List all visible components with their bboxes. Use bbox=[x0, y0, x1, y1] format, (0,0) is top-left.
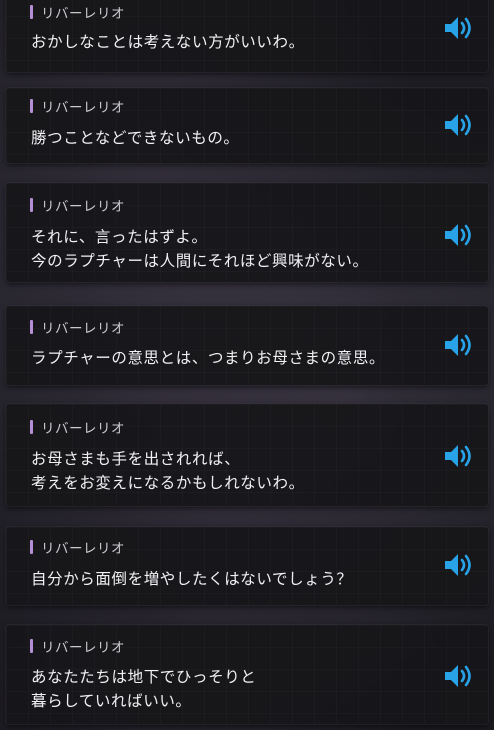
speaker-volume-icon bbox=[442, 14, 474, 42]
speaker-name: リバーレリオ bbox=[41, 100, 125, 116]
log-entry: リバーレリオ 勝つことなどできないもの。 bbox=[6, 88, 488, 163]
speaker-volume-icon bbox=[442, 221, 474, 249]
voice-play-button[interactable] bbox=[442, 551, 474, 579]
log-entry: リバーレリオ ラプチャーの意思とは、つまりお母さまの意思。 bbox=[6, 306, 488, 385]
speaker-name: リバーレリオ bbox=[41, 199, 125, 215]
dialogue-line: 暮らしていればいい。 bbox=[31, 692, 192, 710]
speaker-mark bbox=[30, 198, 33, 212]
speaker-volume-icon bbox=[442, 331, 474, 359]
speaker-volume-icon bbox=[442, 662, 474, 690]
log-entry: リバーレリオ あなたたちは地下でひっそりと 暮らしていればいい。 bbox=[6, 625, 488, 724]
speaker-mark bbox=[30, 639, 33, 653]
dialogue-line: 今のラプチャーは人間にそれほど興味がない。 bbox=[31, 252, 369, 270]
speaker-mark bbox=[30, 320, 33, 334]
speaker-label: リバーレリオ bbox=[30, 637, 125, 656]
dialogue-text: ラプチャーの意思とは、つまりお母さまの意思。 bbox=[31, 346, 428, 370]
speaker-label: リバーレリオ bbox=[30, 97, 125, 116]
speaker-volume-icon bbox=[442, 111, 474, 139]
speaker-name: リバーレリオ bbox=[41, 421, 125, 437]
speaker-label: リバーレリオ bbox=[30, 318, 125, 337]
dialogue-text: 勝つことなどできないもの。 bbox=[31, 126, 428, 150]
dialogue-text: お母さまも手を出されれば、 考えをお変えになるかもしれないわ。 bbox=[31, 447, 428, 495]
speaker-name: リバーレリオ bbox=[41, 541, 125, 557]
log-entry: リバーレリオ お母さまも手を出されれば、 考えをお変えになるかもしれないわ。 bbox=[6, 404, 488, 506]
voice-play-button[interactable] bbox=[442, 331, 474, 359]
speaker-name: リバーレリオ bbox=[41, 6, 125, 22]
dialogue-line: 勝つことなどできないもの。 bbox=[31, 129, 240, 147]
voice-play-button[interactable] bbox=[442, 221, 474, 249]
speaker-mark bbox=[30, 99, 33, 113]
speaker-label: リバーレリオ bbox=[30, 196, 125, 215]
dialogue-line: ラプチャーの意思とは、つまりお母さまの意思。 bbox=[31, 349, 386, 367]
speaker-label: リバーレリオ bbox=[30, 3, 125, 22]
log-entry: リバーレリオ おかしなことは考えない方がいいわ。 bbox=[6, 0, 488, 72]
dialogue-log[interactable]: リバーレリオ おかしなことは考えない方がいいわ。 リバーレリオ 勝つことなどでき… bbox=[0, 0, 494, 730]
voice-play-button[interactable] bbox=[442, 111, 474, 139]
speaker-mark bbox=[30, 5, 33, 19]
speaker-volume-icon bbox=[442, 442, 474, 470]
dialogue-line: 自分から面倒を増やしたくはないでしょう？ bbox=[31, 570, 353, 588]
speaker-label: リバーレリオ bbox=[30, 538, 125, 557]
speaker-label: リバーレリオ bbox=[30, 418, 125, 437]
dialogue-text: あなたたちは地下でひっそりと 暮らしていればいい。 bbox=[31, 665, 428, 713]
voice-play-button[interactable] bbox=[442, 442, 474, 470]
dialogue-line: それに、言ったはずよ。 bbox=[31, 228, 208, 246]
voice-play-button[interactable] bbox=[442, 14, 474, 42]
dialogue-line: お母さまも手を出されれば、 bbox=[31, 450, 241, 468]
dialogue-text: おかしなことは考えない方がいいわ。 bbox=[31, 30, 428, 54]
dialogue-line: おかしなことは考えない方がいいわ。 bbox=[31, 33, 305, 51]
voice-play-button[interactable] bbox=[442, 662, 474, 690]
speaker-mark bbox=[30, 540, 33, 554]
speaker-volume-icon bbox=[442, 551, 474, 579]
dialogue-line: 考えをお変えになるかもしれないわ。 bbox=[31, 474, 305, 492]
log-entry: リバーレリオ それに、言ったはずよ。 今のラプチャーは人間にそれほど興味がない。 bbox=[6, 183, 488, 282]
dialogue-text: 自分から面倒を増やしたくはないでしょう？ bbox=[31, 567, 428, 591]
dialogue-text: それに、言ったはずよ。 今のラプチャーは人間にそれほど興味がない。 bbox=[31, 225, 428, 273]
speaker-name: リバーレリオ bbox=[41, 321, 125, 337]
dialogue-line: あなたたちは地下でひっそりと bbox=[31, 668, 257, 686]
log-entry: リバーレリオ 自分から面倒を増やしたくはないでしょう？ bbox=[6, 527, 488, 605]
speaker-name: リバーレリオ bbox=[41, 640, 125, 656]
speaker-mark bbox=[30, 420, 33, 434]
